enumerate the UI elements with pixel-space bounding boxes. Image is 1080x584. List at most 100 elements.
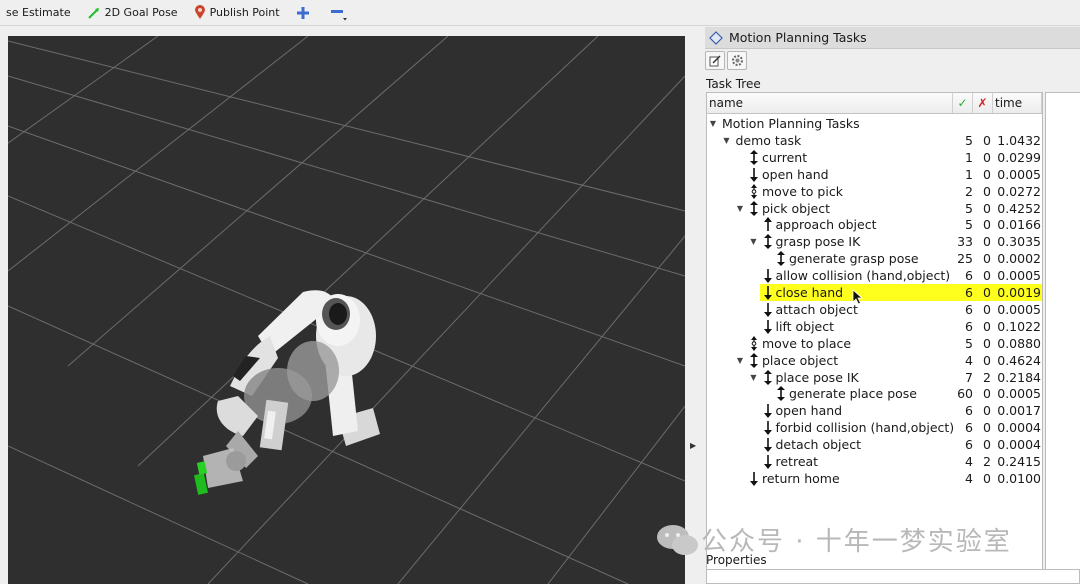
column-header-success[interactable]: ✓ [953, 93, 973, 113]
expand-caret-icon[interactable]: ▼ [735, 200, 745, 217]
panel-button-bar [705, 51, 749, 71]
tree-row-time: 1.0432 [997, 132, 1041, 148]
tree-row-time: 0.2184 [997, 369, 1041, 385]
tree-row-name: pick object [762, 200, 831, 216]
column-header-name[interactable]: name [707, 93, 953, 113]
tree-row-failure-count: 0 [983, 183, 991, 199]
publish-point-label: Publish Point [209, 6, 280, 19]
tree-row-name: allow collision (hand,object) [775, 268, 951, 284]
edit-task-button[interactable] [705, 51, 725, 70]
tree-row[interactable]: allow collision (hand,object) 6 0 0.0005 [707, 267, 1042, 284]
tree-row-failure-count: 0 [983, 285, 991, 300]
tree-row[interactable]: forbid collision (hand,object) 6 0 0.0004 [707, 419, 1042, 436]
tree-row[interactable]: lift object 6 0 0.1022 [707, 318, 1042, 335]
tree-row-name: grasp pose IK [775, 234, 861, 250]
tree-row[interactable]: ▼ grasp pose IK 33 0 0.3035 [707, 233, 1042, 250]
tree-row-name: demo task [735, 132, 802, 148]
add-tool-button[interactable] [290, 2, 320, 24]
tree-row[interactable]: open hand 6 0 0.0017 [707, 402, 1042, 419]
tree-row-failure-count: 0 [983, 132, 991, 148]
tree-row-time: 0.0005 [997, 301, 1041, 317]
tree-row-name: place pose IK [775, 369, 859, 385]
tree-row-success-count: 6 [965, 301, 973, 317]
tree-row-name: generate place pose [789, 386, 917, 402]
tree-row-time: 0.0019 [997, 285, 1041, 300]
down-arrow-icon [748, 470, 760, 487]
tree-row-name: lift object [775, 318, 835, 334]
goal-pose-button[interactable]: 2D Goal Pose [81, 2, 184, 24]
mouse-cursor-icon [852, 289, 864, 305]
bidirectional-arrow-icon [762, 369, 774, 386]
tree-row[interactable]: ▼ demo task 5 0 1.0432 [707, 132, 1042, 149]
panel-title-bar[interactable]: Motion Planning Tasks [705, 27, 1080, 49]
tree-row-failure-count: 0 [983, 352, 991, 368]
tree-row[interactable]: current 1 0 0.0299 [707, 149, 1042, 166]
bidirectional-arrow-icon [748, 200, 760, 217]
tree-row-time: 0.0004 [997, 420, 1041, 436]
column-header-failure[interactable]: ✗ [973, 93, 993, 113]
robot-arm [194, 290, 380, 495]
tree-row-success-count: 5 [965, 217, 973, 233]
tree-row-time: 0.0880 [997, 335, 1041, 351]
remove-tool-button[interactable] [324, 2, 358, 24]
tree-row-time: 0.0005 [997, 268, 1041, 284]
tree-row-success-count: 25 [957, 251, 973, 267]
tree-row-failure-count: 0 [983, 470, 991, 486]
wechat-icon [657, 524, 698, 555]
3d-viewport[interactable] [8, 36, 685, 584]
connect-arrow-icon [748, 335, 760, 352]
tree-row[interactable]: detach object 6 0 0.0004 [707, 436, 1042, 453]
tree-row-name: attach object [775, 301, 858, 317]
tree-row[interactable]: approach object 5 0 0.0166 [707, 216, 1042, 233]
tree-row-success-count: 7 [965, 369, 973, 385]
tree-row-time: 0.0017 [997, 403, 1041, 419]
panel-splitter[interactable]: ▶ [685, 27, 705, 584]
left-dock-strip [0, 27, 8, 584]
plus-icon [296, 6, 309, 19]
tree-row-name: place object [762, 352, 839, 368]
splitter-arrow-icon[interactable]: ▶ [690, 441, 696, 450]
task-tree[interactable]: name ✓ ✗ time ▼ Motion Planning Tasks ▼ dem… [706, 92, 1043, 572]
expand-caret-icon[interactable]: ▼ [735, 352, 745, 369]
publish-point-button[interactable]: Publish Point [188, 2, 286, 24]
expand-caret-icon[interactable]: ▼ [722, 132, 732, 149]
expand-caret-icon[interactable]: ▼ [749, 369, 759, 386]
tree-row[interactable]: ▼ place object 4 0 0.4624 [707, 352, 1042, 369]
tree-row[interactable]: open hand 1 0 0.0005 [707, 166, 1042, 183]
settings-button[interactable] [727, 51, 747, 70]
tree-row[interactable]: move to place 5 0 0.0880 [707, 335, 1042, 352]
tree-row[interactable]: generate place pose 60 0 0.0005 [707, 385, 1042, 402]
pose-estimate-button[interactable]: se Estimate [0, 2, 77, 24]
tree-row-success-count: 4 [965, 454, 973, 469]
tree-row-failure-count: 0 [983, 268, 991, 284]
tree-row[interactable]: ▼ pick object 5 0 0.4252 [707, 200, 1042, 217]
viewport-scene [8, 36, 685, 584]
tree-row[interactable]: ▼ place pose IK 7 2 0.2184 [707, 369, 1042, 386]
gear-icon [731, 55, 743, 66]
tree-row-success-count: 33 [957, 234, 973, 250]
tree-row-success-count: 6 [965, 437, 973, 453]
expand-caret-icon[interactable]: ▼ [708, 115, 718, 132]
tree-row[interactable]: generate grasp pose 25 0 0.0002 [707, 250, 1042, 267]
minus-icon [330, 9, 347, 20]
tree-row-selected[interactable]: close hand 6 0 0.0019 [707, 284, 1042, 301]
tree-row[interactable]: ▼ Motion Planning Tasks [707, 115, 1042, 132]
tree-row[interactable]: attach object 6 0 0.0005 [707, 301, 1042, 318]
tree-row-time: 0.0005 [997, 166, 1041, 182]
tree-row-failure-count: 0 [983, 217, 991, 233]
expand-caret-icon[interactable]: ▼ [749, 233, 759, 250]
tree-row-name: close hand [775, 285, 844, 300]
tree-row[interactable]: retreat 4 2 0.2415 [707, 453, 1042, 470]
down-arrow-icon [762, 436, 774, 453]
tree-row-success-count: 1 [965, 149, 973, 165]
connect-arrow-icon [748, 183, 760, 200]
properties-view[interactable] [706, 569, 1080, 584]
tree-row-failure-count: 0 [983, 149, 991, 165]
tree-row-failure-count: 0 [983, 420, 991, 436]
tree-row-success-count: 6 [965, 285, 973, 300]
column-header-time[interactable]: time [993, 93, 1042, 113]
tree-row[interactable]: move to pick 2 0 0.0272 [707, 183, 1042, 200]
bidirectional-arrow-icon [775, 385, 787, 402]
tree-row[interactable]: return home 4 0 0.0100 [707, 470, 1042, 487]
tree-row-failure-count: 0 [983, 200, 991, 216]
